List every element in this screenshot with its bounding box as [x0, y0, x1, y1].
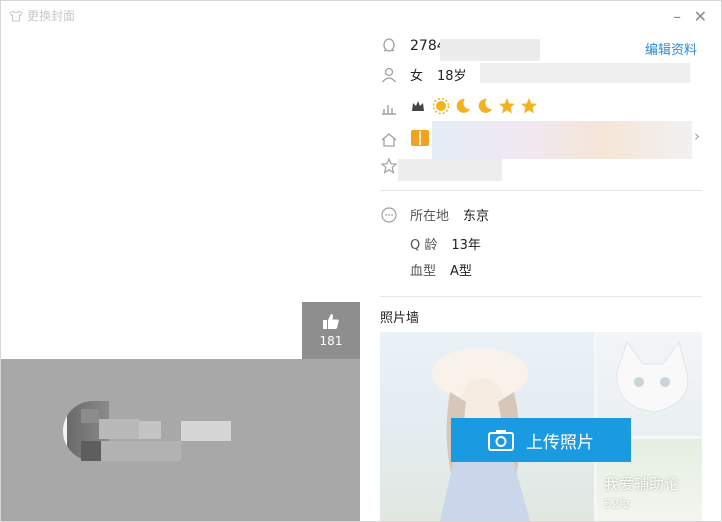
- shirt-icon: [9, 9, 23, 21]
- privilege-row[interactable]: [380, 129, 430, 151]
- crown-icon: [410, 98, 426, 118]
- watermark-line2: 52fz: [604, 497, 630, 511]
- blurred-nickname: [139, 421, 161, 439]
- star-outline-icon: [380, 157, 398, 175]
- close-icon[interactable]: ✕: [694, 9, 707, 25]
- age-value: 18岁: [437, 69, 467, 84]
- location-value: 东京: [463, 209, 490, 224]
- blood-value: A型: [450, 264, 472, 279]
- cover-panel: 更换封面 181: [1, 1, 360, 521]
- blurred-nickname: [81, 409, 99, 423]
- blurred-nickname: [99, 419, 139, 439]
- more-icon: [380, 206, 398, 224]
- camera-icon: [488, 430, 514, 451]
- qq-number-row: 2784: [380, 37, 446, 55]
- section-divider: [380, 190, 702, 191]
- like-button[interactable]: 181: [302, 302, 360, 359]
- gender-value: 女: [410, 69, 424, 84]
- info-panel: – ✕ 2784 编辑资料 女 18岁 › 所在地 东京 Q 龄 13年 血型 …: [360, 1, 721, 521]
- photo-wall-title: 照片墙: [380, 311, 420, 326]
- book-icon: [410, 129, 430, 151]
- qage-row: Q 龄 13年: [410, 234, 481, 253]
- blurred-favorites: [398, 159, 502, 181]
- profile-window: 更换封面 181 – ✕ 2784 编辑资料 女 18岁 › 所在地 东京 Q …: [0, 0, 722, 522]
- level-chart-icon: [380, 99, 398, 117]
- change-cover-button[interactable]: 更换封面: [9, 7, 75, 24]
- moon-icon: [476, 97, 494, 119]
- upload-photo-label: 上传照片: [526, 432, 594, 453]
- sun-icon: [432, 97, 450, 119]
- blurred-privilege-icons: [432, 121, 692, 159]
- house-icon: [380, 131, 398, 149]
- moon-icon: [454, 97, 472, 119]
- qage-value: 13年: [451, 238, 481, 253]
- change-cover-label: 更换封面: [27, 9, 76, 23]
- star-icon: [498, 97, 516, 119]
- watermark-line1: 我爱辅助论: [604, 475, 680, 493]
- gender-age-row: 女 18岁: [380, 65, 467, 84]
- like-count: 181: [319, 334, 343, 348]
- blood-label: 血型: [410, 264, 437, 279]
- blood-row: 血型 A型: [410, 260, 472, 279]
- section-divider: [380, 296, 702, 297]
- blurred-nickname: [101, 441, 181, 461]
- qage-label: Q 龄: [410, 238, 438, 253]
- thumbs-up-icon: [323, 314, 339, 329]
- blurred-info: [480, 63, 690, 83]
- blurred-qq-number: [440, 39, 540, 61]
- star-icon: [520, 97, 538, 119]
- edit-profile-link[interactable]: 编辑资料: [645, 39, 697, 58]
- location-label: 所在地: [410, 209, 450, 224]
- penguin-icon: [380, 37, 398, 55]
- blurred-nickname: [81, 441, 101, 461]
- upload-photo-button[interactable]: 上传照片: [451, 418, 631, 462]
- person-icon: [380, 66, 398, 84]
- watermark: 我爱辅助论 52fz: [604, 473, 679, 512]
- minimize-icon[interactable]: –: [673, 9, 681, 25]
- blurred-nickname: [181, 421, 231, 441]
- location-row: 所在地 东京: [380, 205, 489, 224]
- level-row: [380, 97, 538, 119]
- chevron-right-icon[interactable]: ›: [694, 127, 700, 145]
